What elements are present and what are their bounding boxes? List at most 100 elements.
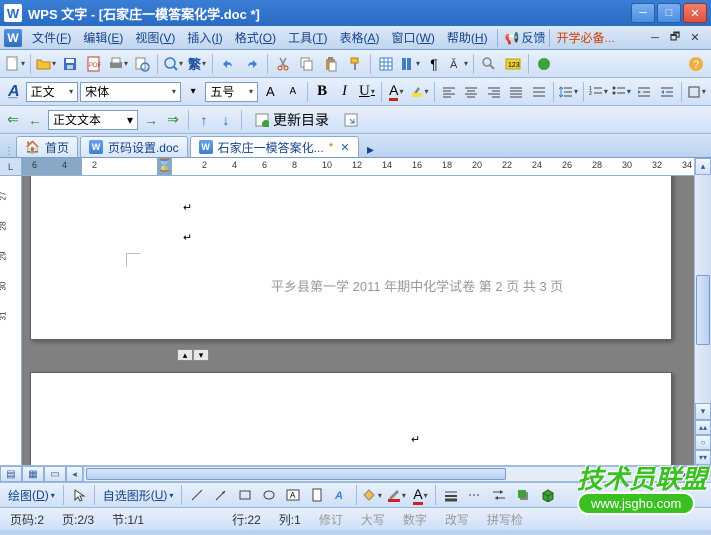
vertical-textbox-button[interactable]: [306, 484, 328, 506]
status-caps[interactable]: 大写: [357, 511, 389, 528]
line-style-button[interactable]: [440, 484, 462, 506]
scroll-up-button[interactable]: ▴: [695, 158, 711, 175]
columns-button[interactable]: ▾: [399, 53, 421, 75]
close-button[interactable]: ✕: [683, 3, 707, 23]
feedback-link[interactable]: 📢 反馈: [505, 29, 546, 46]
zoom-button[interactable]: ▾: [162, 53, 184, 75]
3d-button[interactable]: [536, 484, 558, 506]
font-dialog-button[interactable]: ▾: [183, 81, 204, 103]
size-combo[interactable]: 五号▾: [205, 82, 258, 102]
indent-marker-icon[interactable]: ⌛: [157, 158, 172, 172]
scroll-left-button[interactable]: ◂: [66, 466, 83, 482]
menu-edit[interactable]: 编辑(E): [77, 27, 129, 48]
copy-button[interactable]: [296, 53, 318, 75]
menu-tools[interactable]: 工具(T): [282, 27, 333, 48]
save-button[interactable]: [59, 53, 81, 75]
vertical-scrollbar[interactable]: ▴ ▾ ▴▴ ○ ▾▾: [694, 158, 711, 465]
insert-table-button[interactable]: [375, 53, 397, 75]
scroll-right-button[interactable]: ▸: [677, 466, 694, 482]
menu-view[interactable]: 视图(V): [129, 27, 181, 48]
menu-help[interactable]: 帮助(H): [441, 27, 494, 48]
export-pdf-button[interactable]: PDF: [83, 53, 105, 75]
font-color-draw-button[interactable]: A▾: [409, 484, 431, 506]
horizontal-ruler[interactable]: 6 4 2 ⌛ 2 4 6 8 10 12 14 16 18 20 22 24 …: [22, 158, 694, 176]
font-combo[interactable]: 宋体▾: [80, 82, 181, 102]
new-tab-button[interactable]: ▸: [363, 141, 379, 157]
shadow-button[interactable]: [512, 484, 534, 506]
sub-restore-button[interactable]: 🗗: [667, 31, 683, 45]
redo-button[interactable]: [241, 53, 263, 75]
menu-table[interactable]: 表格(A): [334, 27, 386, 48]
vertical-ruler[interactable]: L 27 28 29 30 31: [0, 158, 22, 465]
line-button[interactable]: [186, 484, 208, 506]
select-objects-button[interactable]: [68, 484, 90, 506]
goto-toc-button[interactable]: [340, 109, 362, 131]
scroll-down-button[interactable]: ▾: [695, 403, 711, 420]
text-direction-button[interactable]: Ă▾: [447, 53, 469, 75]
align-center-button[interactable]: [461, 81, 482, 103]
format-painter-button[interactable]: [344, 53, 366, 75]
convert-button[interactable]: 繁▾: [186, 53, 208, 75]
status-page-number[interactable]: 页码:2: [6, 511, 48, 528]
minimize-button[interactable]: ─: [631, 3, 655, 23]
maximize-button[interactable]: □: [657, 3, 681, 23]
browse-object-button[interactable]: ○: [695, 435, 711, 450]
style-combo[interactable]: 正文▾: [26, 82, 79, 102]
arrow-style-button[interactable]: [488, 484, 510, 506]
menu-file[interactable]: 文件(F): [26, 27, 77, 48]
status-ovr[interactable]: 改写: [441, 511, 473, 528]
status-column[interactable]: 列:1: [275, 511, 305, 528]
document-area[interactable]: ↵ ↵ 平乡县第一学 2011 年期中化学试卷 第 2 页 共 3 页 ▴▾ ↵: [22, 176, 694, 465]
oval-button[interactable]: [258, 484, 280, 506]
bullets-button[interactable]: ▾: [611, 81, 632, 103]
promo-link[interactable]: 开学必备...: [557, 29, 615, 46]
app-menu-icon[interactable]: W: [4, 29, 22, 47]
align-justify-button[interactable]: [506, 81, 527, 103]
align-left-button[interactable]: [438, 81, 459, 103]
line-spacing-button[interactable]: ▾: [558, 81, 579, 103]
underline-button[interactable]: U▾: [357, 81, 377, 103]
textbox-button[interactable]: A: [282, 484, 304, 506]
paste-button[interactable]: [320, 53, 342, 75]
promote-button[interactable]: ←: [26, 111, 44, 129]
menu-window[interactable]: 窗口(W): [386, 27, 441, 48]
italic-button[interactable]: I: [334, 81, 354, 103]
move-up-button[interactable]: ↑: [195, 111, 213, 129]
decrease-indent-button[interactable]: [634, 81, 655, 103]
promote-top-button[interactable]: ⇐: [4, 111, 22, 129]
outline-level-combo[interactable]: 正文文本▾: [48, 110, 138, 130]
prev-page-button[interactable]: ▴▴: [695, 420, 711, 435]
increase-indent-button[interactable]: [656, 81, 677, 103]
status-num[interactable]: 数字: [399, 511, 431, 528]
sub-minimize-button[interactable]: ─: [647, 31, 663, 45]
line-color-button[interactable]: ▾: [385, 484, 407, 506]
hscroll-thumb[interactable]: [86, 468, 506, 480]
tab-doc-1[interactable]: W 页码设置.doc: [80, 136, 188, 157]
numbering-button[interactable]: 12▾: [588, 81, 609, 103]
bold-button[interactable]: B: [312, 81, 332, 103]
shrink-font-button[interactable]: A: [283, 81, 304, 103]
status-section[interactable]: 节:1/1: [108, 511, 148, 528]
update-toc-button[interactable]: 更新目录: [248, 109, 336, 131]
menu-insert[interactable]: 插入(I): [181, 27, 228, 48]
open-button[interactable]: ▾: [35, 53, 57, 75]
autoshapes-button[interactable]: 自选图形(U)▾: [99, 487, 178, 504]
tab-home[interactable]: 🏠 首页: [16, 136, 78, 157]
grow-font-button[interactable]: A: [260, 81, 281, 103]
move-down-button[interactable]: ↓: [217, 111, 235, 129]
demote-button[interactable]: →: [142, 111, 160, 129]
find-button[interactable]: [478, 53, 500, 75]
outline-view-button[interactable]: ▦: [22, 466, 44, 482]
align-distribute-button[interactable]: [529, 81, 550, 103]
new-button[interactable]: ▾: [4, 53, 26, 75]
align-right-button[interactable]: [484, 81, 505, 103]
wordart-button[interactable]: A: [330, 484, 352, 506]
page-view-button[interactable]: ▭: [44, 466, 66, 482]
tab-doc-2[interactable]: W 石家庄一模答案化... * ✕: [190, 136, 359, 157]
status-page[interactable]: 页:2/3: [58, 511, 98, 528]
highlight-button[interactable]: ▾: [409, 81, 430, 103]
demote-body-button[interactable]: ⇒: [164, 111, 182, 129]
tab-close-button[interactable]: ✕: [340, 141, 349, 154]
print-button[interactable]: ▾: [107, 53, 129, 75]
print-preview-button[interactable]: [131, 53, 153, 75]
